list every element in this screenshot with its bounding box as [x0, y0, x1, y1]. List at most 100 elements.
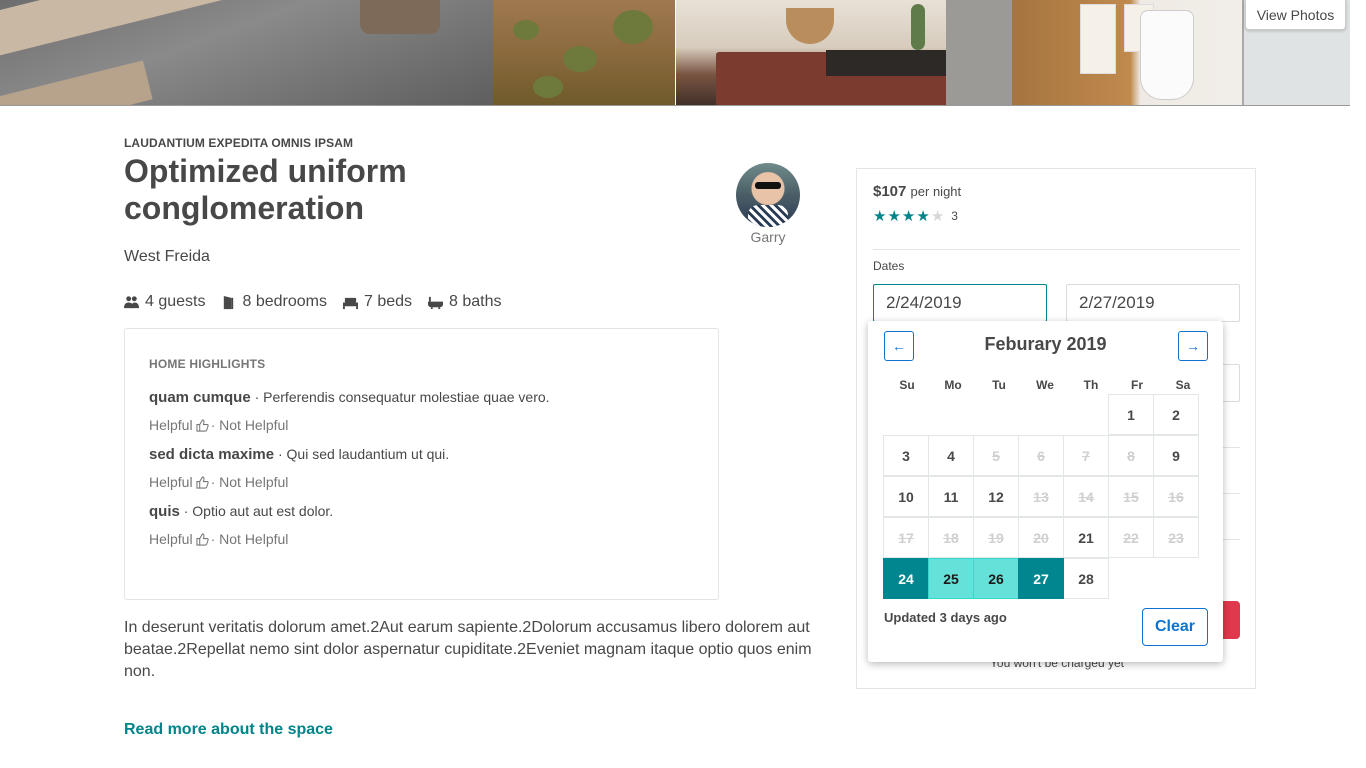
star-empty-icon: ★ — [930, 208, 945, 225]
weekday-label: We — [1036, 378, 1054, 392]
next-month-button[interactable]: → — [1178, 331, 1208, 361]
star-icon: ★ — [901, 208, 916, 225]
home-highlights: HOME HIGHLIGHTS quam cumque · Perferendi… — [124, 328, 719, 600]
calendar-day-blocked: 20 — [1018, 517, 1064, 558]
calendar-day[interactable]: 2 — [1153, 394, 1199, 435]
thumbs-up-icon[interactable] — [196, 532, 209, 546]
rating-stars[interactable]: ★ ★ ★ ★ ★ 3 — [873, 207, 958, 225]
weekday-label: Fr — [1131, 378, 1143, 392]
calendar-week: 17 18 19 20 21 22 23 — [883, 517, 1199, 559]
amenity-label: 8 bedrooms — [242, 293, 327, 310]
calendar-day-blocked: 17 — [883, 517, 929, 558]
calendar-day-blocked: 23 — [1153, 517, 1199, 558]
calendar-day[interactable]: 11 — [928, 476, 974, 517]
calendar-day-selected[interactable]: 27 — [1018, 558, 1064, 599]
host-name[interactable]: Garry — [735, 229, 801, 245]
calendar-empty-cell — [1108, 558, 1154, 599]
calendar-day-blocked: 6 — [1018, 435, 1064, 476]
calendar-day-blocked: 8 — [1108, 435, 1154, 476]
calendar-day[interactable]: 1 — [1108, 394, 1154, 435]
guests-icon — [124, 295, 139, 308]
calendar-day[interactable]: 9 — [1153, 435, 1199, 476]
clear-dates-button[interactable]: Clear — [1142, 608, 1208, 646]
highlight-text: Perferendis consequatur molestiae quae v… — [263, 389, 550, 405]
highlight-text: Qui sed laudantium ut qui. — [286, 446, 450, 462]
listing-description: In deserunt veritatis dolorum amet.2Aut … — [124, 619, 812, 680]
calendar-day-blocked: 22 — [1108, 517, 1154, 558]
helpful-link[interactable]: Helpful — [149, 474, 193, 490]
listing-photos[interactable] — [0, 0, 1350, 106]
highlight-feedback: Helpful · Not Helpful — [149, 531, 694, 547]
highlight-name: sed dicta maxime — [149, 446, 275, 463]
calendar-day-blocked: 16 — [1153, 476, 1199, 517]
highlight-feedback: Helpful · Not Helpful — [149, 474, 694, 490]
calendar-grid: 1 2 3 4 5 6 7 8 9 10 11 12 13 14 15 16 17 18 19 20 21 22 23 24 2… — [883, 394, 1199, 600]
listing-title: Optimized uniform conglomeration — [124, 153, 407, 226]
highlight-item: quis · Optio aut aut est dolor. Helpful … — [149, 503, 694, 547]
amenity-beds: 7 beds — [342, 293, 413, 311]
calendar-day[interactable]: 21 — [1063, 517, 1109, 558]
star-icon: ★ — [887, 208, 901, 225]
calendar-day-blocked: 15 — [1108, 476, 1154, 517]
highlights-title: HOME HIGHLIGHTS — [149, 357, 266, 371]
calendar-empty-cell — [928, 394, 974, 435]
star-icon: ★ — [873, 208, 887, 225]
view-photos-button[interactable]: View Photos — [1245, 0, 1346, 30]
photo-yard[interactable] — [0, 0, 493, 105]
price-unit: per night — [910, 184, 962, 199]
not-helpful-link[interactable]: · Not Helpful — [211, 531, 289, 547]
calendar-month-label: Feburary 2019 — [984, 334, 1107, 354]
amenities-row: 4 guests 8 bedrooms 7 beds 8 baths — [124, 293, 502, 311]
helpful-link[interactable]: Helpful — [149, 531, 193, 547]
calendar-day-selected[interactable]: 24 — [883, 558, 929, 599]
amenity-label: 7 beds — [363, 293, 413, 310]
calendar-day-blocked: 7 — [1063, 435, 1109, 476]
calendar-day-in-range[interactable]: 26 — [973, 558, 1019, 599]
check-in-input[interactable]: 2/24/2019 — [873, 284, 1047, 322]
thumbs-up-icon[interactable] — [196, 418, 209, 432]
highlight-item: sed dicta maxime · Qui sed laudantium ut… — [149, 446, 694, 490]
weekday-label: Sa — [1175, 378, 1191, 392]
highlight-feedback: Helpful · Not Helpful — [149, 417, 694, 433]
calendar-day[interactable]: 28 — [1063, 558, 1109, 599]
calendar-empty-cell — [1063, 394, 1109, 435]
amenity-baths: 8 baths — [428, 293, 502, 311]
star-icon: ★ — [916, 208, 930, 225]
highlight-text: Optio aut aut est dolor. — [192, 503, 334, 519]
weekday-label: Mo — [944, 378, 962, 392]
calendar-empty-cell — [1153, 558, 1199, 599]
calendar-day-blocked: 18 — [928, 517, 974, 558]
photo-living-room[interactable] — [676, 0, 1012, 105]
listing-location: West Freida — [124, 248, 210, 265]
calendar-day-blocked: 14 — [1063, 476, 1109, 517]
calendar-week: 3456789 — [883, 435, 1199, 477]
date-picker-popover: ← Feburary 2019 → Su Mo Tu We Th Fr Sa 1234567… — [868, 321, 1223, 662]
not-helpful-link[interactable]: · Not Helpful — [211, 474, 289, 490]
helpful-link[interactable]: Helpful — [149, 417, 193, 433]
calendar-day-blocked: 5 — [973, 435, 1019, 476]
nightly-price: $107 per night — [873, 183, 961, 200]
read-more-link[interactable]: Read more about the space — [124, 721, 333, 739]
review-count: 3 — [951, 209, 958, 223]
calendar-empty-cell — [1018, 394, 1064, 435]
not-helpful-link[interactable]: · Not Helpful — [211, 417, 289, 433]
host-avatar[interactable] — [736, 163, 800, 227]
listing-eyebrow: LAUDANTIUM EXPEDITA OMNIS IPSAM — [124, 136, 354, 150]
calendar-day-blocked: 19 — [973, 517, 1019, 558]
calendar-day[interactable]: 3 — [883, 435, 929, 476]
divider — [873, 249, 1240, 250]
bedrooms-icon — [224, 295, 234, 309]
thumbs-up-icon[interactable] — [196, 475, 209, 489]
host-card[interactable]: Garry — [735, 163, 801, 245]
amenity-bedrooms: 8 bedrooms — [221, 293, 327, 311]
calendar-day-in-range[interactable]: 25 — [928, 558, 974, 599]
photo-garden[interactable] — [493, 0, 675, 105]
highlight-name: quis — [149, 503, 180, 520]
calendar-day[interactable]: 10 — [883, 476, 929, 517]
check-out-input[interactable]: 2/27/2019 — [1066, 284, 1240, 322]
highlight-item: quam cumque · Perferendis consequatur mo… — [149, 389, 694, 433]
calendar-day[interactable]: 4 — [928, 435, 974, 476]
calendar-week: 10 11 12 13 14 15 16 — [883, 476, 1199, 518]
baths-icon — [428, 296, 444, 309]
calendar-day[interactable]: 12 — [973, 476, 1019, 517]
